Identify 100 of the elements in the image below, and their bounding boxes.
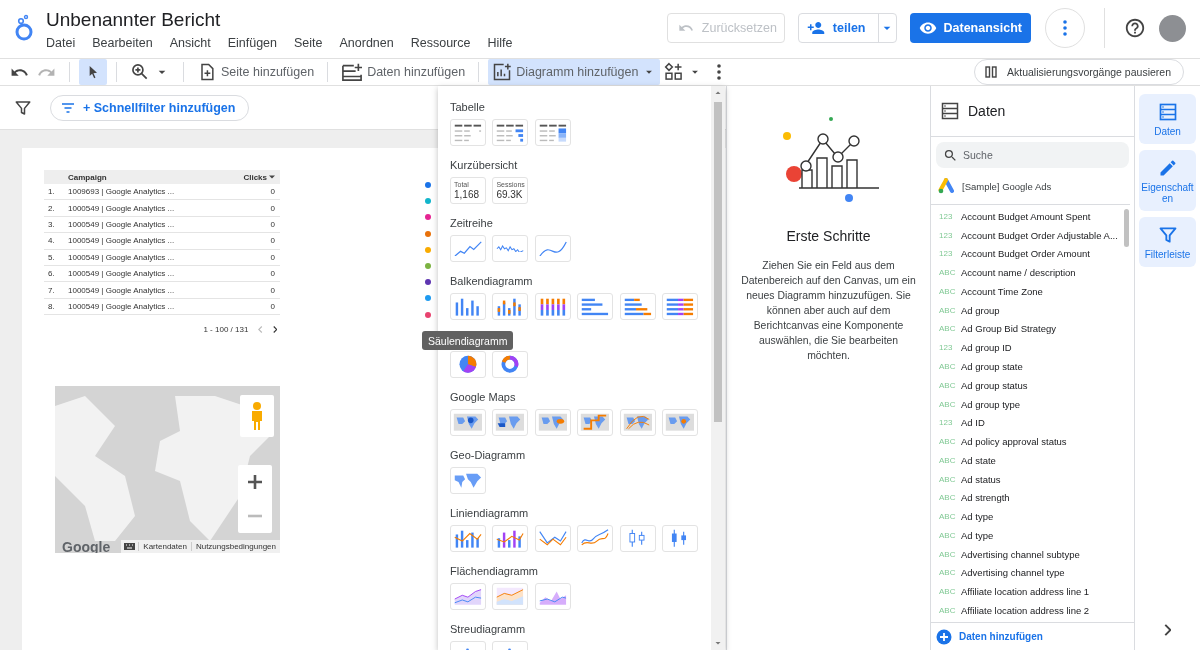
report-title[interactable]: Unbenannter Bericht xyxy=(46,9,530,31)
chart-type-option[interactable] xyxy=(492,351,529,378)
data-source-name[interactable]: [Sample] Google Ads xyxy=(962,180,1052,192)
table-cell-text: 0 xyxy=(269,219,276,229)
table-cell-text: 1000549 | Google Analytics ... xyxy=(68,269,176,279)
chart-type-option[interactable] xyxy=(450,293,486,320)
scrollbar-thumb[interactable] xyxy=(1124,209,1129,247)
pause-icon xyxy=(984,66,997,78)
chart-type-option[interactable] xyxy=(534,293,571,320)
chart-type-option[interactable] xyxy=(450,119,486,146)
next-page-button[interactable] xyxy=(272,325,277,333)
menu-item[interactable]: Datei xyxy=(46,34,82,52)
add-page-button[interactable]: Seite hinzufügen xyxy=(193,59,319,85)
field-item[interactable]: ABC Ad group xyxy=(931,300,1124,320)
menu-item[interactable]: Einfügen xyxy=(227,34,283,52)
tooltip: Säulendiagramm xyxy=(422,331,514,350)
keyboard-icon[interactable] xyxy=(124,543,136,550)
chart-type-option[interactable] xyxy=(619,293,656,320)
add-data-link[interactable]: Daten hinzufügen xyxy=(931,622,1134,650)
field-item[interactable]: ABC Affiliate location address line 2 xyxy=(931,601,1124,620)
chart-type-option[interactable] xyxy=(619,409,656,436)
field-item[interactable]: 123 Account Budget Amount Spent xyxy=(931,207,1124,226)
chart-type-option[interactable] xyxy=(450,351,486,378)
side-panel-tab[interactable]: Eigenschaften xyxy=(1139,150,1196,211)
previous-page-button[interactable] xyxy=(258,325,263,333)
field-item[interactable]: 123 Ad ID xyxy=(931,413,1124,433)
chart-type-option[interactable] xyxy=(577,409,614,436)
field-item[interactable]: 123 Account Budget Order Adjustable A... xyxy=(931,225,1124,245)
field-item[interactable]: ABC Ad Group Bid Strategy xyxy=(931,319,1124,339)
menu-item[interactable]: Ansicht xyxy=(169,34,217,52)
menu-item[interactable]: Seite xyxy=(294,34,329,52)
chart-type-option[interactable] xyxy=(492,119,529,146)
chart-type-option[interactable] xyxy=(492,525,529,552)
menu-item[interactable]: Ressource xyxy=(410,34,477,52)
search-field[interactable]: Suche xyxy=(936,142,1129,168)
help-button[interactable] xyxy=(1124,17,1146,39)
filter-icon[interactable] xyxy=(14,98,32,117)
field-item[interactable]: ABC Ad group type xyxy=(931,394,1124,414)
share-button[interactable]: teilen xyxy=(798,14,879,42)
chart-type-option[interactable] xyxy=(619,525,656,552)
section-title: Geo-Diagramm xyxy=(450,448,527,463)
chart-type-option[interactable] xyxy=(534,409,571,436)
chart-type-option[interactable] xyxy=(534,525,571,552)
field-item[interactable]: ABC Account Time Zone xyxy=(931,282,1124,301)
menu-item[interactable]: Anordnen xyxy=(339,34,400,52)
chart-type-option[interactable] xyxy=(577,293,614,320)
select-tool-button[interactable] xyxy=(79,59,107,85)
chart-type-option[interactable] xyxy=(534,583,571,610)
chart-type-option[interactable] xyxy=(450,583,486,610)
add-chart-button[interactable]: Diagramm hinzufügen xyxy=(488,59,661,85)
field-item[interactable]: ABC Advertising channel type xyxy=(931,563,1124,583)
chart-type-option[interactable] xyxy=(492,235,529,262)
chevron-right-icon xyxy=(1163,624,1172,636)
field-item[interactable]: ABC Ad status xyxy=(931,469,1124,489)
getting-started-text: Ziehen Sie ein Feld aus dem Datenbereich auf den Canvas, um ein neues Diagramm hinzuzufügen. Sie können aber auch auf dem Berichtcanvas eine Komponente auswählen, die Sie bearbeiten möchten. xyxy=(741,259,916,363)
add-data-button[interactable]: Daten hinzufügen xyxy=(337,59,470,85)
chart-type-option[interactable] xyxy=(534,119,571,146)
field-item[interactable]: ABC Ad group state xyxy=(931,357,1124,376)
field-item[interactable]: 123 Account Budget Order Amount xyxy=(931,244,1124,264)
expand-button[interactable] xyxy=(1163,624,1172,636)
field-item[interactable]: ABC Ad type xyxy=(931,507,1124,526)
avatar[interactable] xyxy=(1159,14,1186,42)
row-number: 2. xyxy=(47,203,56,213)
field-item[interactable]: 123 Ad group ID xyxy=(931,338,1124,358)
side-panel-tab[interactable]: Daten xyxy=(1139,94,1196,144)
field-item[interactable]: ABC Affiliate location address line 1 xyxy=(931,582,1124,602)
line-chart-icon xyxy=(453,240,483,257)
column-header[interactable]: Clicks xyxy=(240,172,280,182)
column-header[interactable]: Campaign xyxy=(68,172,240,182)
field-item[interactable]: ABC Account name / description xyxy=(931,263,1124,283)
chart-type-option[interactable] xyxy=(534,235,571,262)
field-item[interactable]: ABC Ad state xyxy=(931,450,1124,470)
chart-type-option[interactable] xyxy=(492,409,529,436)
menu-item[interactable]: Bearbeiten xyxy=(92,34,159,52)
chart-type-option[interactable] xyxy=(492,293,529,320)
table-cell-text: 0 xyxy=(269,269,276,279)
chart-type-option[interactable] xyxy=(661,293,698,320)
map-link[interactable]: Nutzungsbedingungen xyxy=(190,542,280,551)
section-title: Streudiagramm xyxy=(450,622,527,637)
view-mode-button[interactable]: Datenansicht xyxy=(909,13,1031,43)
chart-type-option[interactable] xyxy=(450,235,486,262)
chart-type-option[interactable] xyxy=(661,525,698,552)
chart-type-option[interactable] xyxy=(450,409,486,436)
side-panel-tab[interactable]: Filterleiste xyxy=(1139,217,1196,267)
field-item[interactable]: ABC Ad group status xyxy=(931,375,1124,395)
chart-type-option[interactable] xyxy=(450,525,486,552)
logo-icon xyxy=(14,14,34,42)
chart-type-option[interactable] xyxy=(450,467,486,494)
chart-type-option[interactable] xyxy=(661,409,698,436)
field-item[interactable]: ABC Ad strength xyxy=(931,488,1124,508)
ads-logo-icon xyxy=(938,178,954,194)
field-item[interactable]: ABC Ad type xyxy=(931,526,1124,545)
menu-item[interactable]: Hilfe xyxy=(487,34,519,52)
field-item[interactable]: ABC Ad policy approval status xyxy=(931,432,1124,451)
person-add-icon xyxy=(806,19,825,37)
map-link[interactable]: Kartendaten xyxy=(138,542,191,551)
scrollbar-thumb[interactable] xyxy=(714,102,722,422)
chart-type-option[interactable] xyxy=(577,525,614,552)
field-item[interactable]: ABC Advertising channel subtype xyxy=(931,544,1124,564)
person-icon[interactable] xyxy=(249,401,265,431)
